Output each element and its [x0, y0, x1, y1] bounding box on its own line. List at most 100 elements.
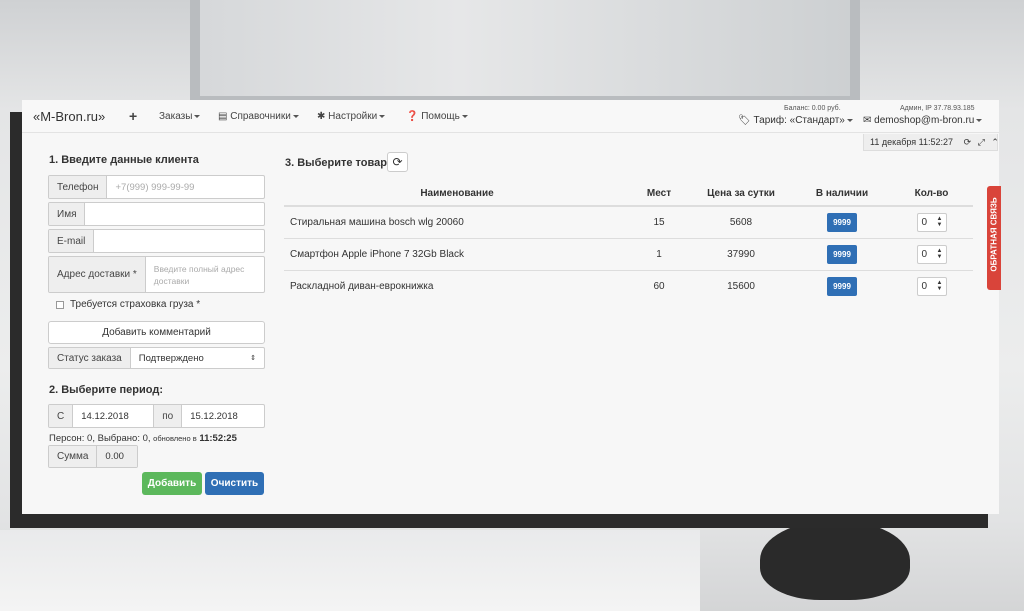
name-label: Имя	[49, 203, 86, 225]
menu-directories[interactable]: ▤ Справочники	[218, 111, 299, 122]
question-icon: ❓	[406, 111, 419, 122]
sum-value: 0.00	[97, 446, 137, 467]
product-places: 1	[630, 237, 688, 270]
table-row: Смартфон Apple iPhone 7 32Gb Black 1 379…	[284, 237, 973, 270]
name-input[interactable]	[85, 203, 264, 225]
period-info: Персон: 0, Выбрано: 0, обновлено в 11:52…	[49, 433, 237, 444]
feedback-tab[interactable]: ОБРАТНАЯ СВЯЗЬ	[987, 186, 1001, 290]
refresh-icon: ⟳	[392, 155, 403, 169]
datetime-text: 11 декабря 11:52:27	[870, 137, 954, 147]
status-label: Статус заказа	[49, 348, 131, 368]
tag-icon: 🏷	[738, 115, 751, 126]
product-name: Смартфон Apple iPhone 7 32Gb Black	[284, 237, 630, 270]
qty-cell: 0 ▲ ▼	[890, 269, 973, 302]
address-label: Адрес доставки *	[49, 257, 146, 292]
sum-group: Сумма 0.00	[48, 445, 138, 468]
insurance-label: Требуется страховка груза *	[70, 299, 201, 310]
status-select[interactable]: Подтверждено ⇕	[131, 348, 264, 368]
stock-cell: 9999	[794, 205, 890, 238]
background-screen	[200, 0, 850, 96]
phone-label: Телефон	[49, 176, 108, 198]
status-group: Статус заказа Подтверждено ⇕	[48, 347, 265, 369]
table-header: Наименование Мест Цена за сутки В наличи…	[284, 182, 973, 207]
products-table: Наименование Мест Цена за сутки В наличи…	[284, 182, 973, 302]
refresh-products-button[interactable]: ⟳	[387, 152, 408, 172]
envelope-icon: ✉	[863, 115, 872, 126]
menu-orders[interactable]: Заказы	[159, 111, 201, 122]
period-heading: 2. Выберите период:	[49, 384, 163, 396]
stock-cell: 9999	[794, 269, 890, 302]
caret-icon	[379, 114, 386, 118]
period-group: С 14.12.2018 по 15.12.2018	[48, 404, 265, 428]
table-row: Раскладной диван-еврокнижка 60 15600 999…	[284, 269, 973, 302]
background-keyboard	[0, 530, 700, 611]
column-stock: В наличии	[794, 182, 890, 207]
sum-label: Сумма	[49, 446, 98, 467]
qty-cell: 0 ▲ ▼	[890, 205, 973, 238]
product-name: Раскладной диван-еврокнижка	[284, 269, 630, 302]
admin-ip-text: Админ, IP 37.78.93.185	[900, 105, 975, 112]
address-group: Адрес доставки * Введите полный адрес до…	[48, 256, 265, 293]
column-name: Наименование	[284, 182, 630, 207]
caret-icon	[846, 118, 853, 122]
client-heading: 1. Введите данные клиента	[49, 154, 199, 166]
from-date-input[interactable]: 14.12.2018	[73, 405, 155, 427]
list-icon: ▤	[218, 111, 228, 122]
phone-group: Телефон +7(999) 999-99-99	[48, 175, 265, 199]
column-qty: Кол-во	[890, 182, 973, 207]
add-button[interactable]: Добавить	[142, 472, 202, 495]
products-heading: 3. Выберите товар	[285, 157, 387, 169]
app-window: «M-Bron.ru» + Заказы ▤ Справочники ✱ Нас…	[22, 100, 1001, 514]
datetime-bar: 11 декабря 11:52:27 ⟳ ⤢ ⌃	[863, 134, 999, 151]
menu-help[interactable]: ❓ Помощь	[406, 111, 468, 122]
caret-icon	[194, 114, 201, 118]
email-input[interactable]	[94, 230, 264, 252]
from-label: С	[49, 405, 74, 427]
caret-icon	[976, 118, 983, 122]
to-label: по	[154, 405, 183, 427]
gear-icon: ✱	[317, 111, 326, 122]
insurance-row: Требуется страховка груза *	[56, 299, 200, 310]
qty-stepper[interactable]: 0 ▲ ▼	[916, 244, 947, 264]
menu-settings[interactable]: ✱ Настройки	[317, 111, 386, 122]
add-icon[interactable]: +	[129, 108, 137, 124]
qty-stepper[interactable]: 0 ▲ ▼	[916, 212, 947, 232]
product-name: Стиральная машина bosch wlg 20060	[284, 205, 630, 238]
resize-icon[interactable]: ⤢	[978, 137, 985, 147]
product-places: 60	[630, 269, 688, 302]
column-price: Цена за сутки	[688, 182, 794, 207]
address-textarea[interactable]: Введите полный адрес доставки	[146, 257, 264, 292]
account-menu[interactable]: ✉ demoshop@m-bron.ru	[863, 115, 983, 126]
spinner-arrows-icon[interactable]: ▲ ▼	[937, 216, 946, 228]
email-group: E-mail	[48, 229, 265, 253]
stock-badge[interactable]: 9999	[827, 244, 857, 264]
caret-icon	[461, 114, 468, 118]
spinner-arrows-icon[interactable]: ▲ ▼	[937, 280, 946, 292]
feedback-label: ОБРАТНАЯ СВЯЗЬ	[989, 197, 999, 272]
stock-badge[interactable]: 9999	[827, 276, 857, 296]
spinner-arrows-icon[interactable]: ▲ ▼	[937, 248, 946, 260]
qty-cell: 0 ▲ ▼	[890, 237, 973, 270]
email-label: E-mail	[49, 230, 95, 252]
background-mouse	[760, 520, 910, 600]
select-arrows-icon: ⇕	[250, 355, 256, 362]
column-places: Мест	[630, 182, 688, 207]
brand-logo[interactable]: «M-Bron.ru»	[33, 109, 105, 124]
balance-text: Баланс: 0.00 руб.	[784, 105, 841, 112]
qty-stepper[interactable]: 0 ▲ ▼	[916, 276, 947, 296]
insurance-checkbox[interactable]	[56, 300, 64, 309]
tariff-menu[interactable]: 🏷 Тариф: «Стандарт»	[738, 115, 853, 126]
product-price: 5608	[688, 205, 794, 238]
product-places: 15	[630, 205, 688, 238]
clear-button[interactable]: Очистить	[205, 472, 264, 495]
phone-input[interactable]: +7(999) 999-99-99	[107, 176, 264, 198]
add-comment-button[interactable]: Добавить комментарий	[48, 321, 265, 344]
to-date-input[interactable]: 15.12.2018	[182, 405, 264, 427]
navbar: «M-Bron.ru» + Заказы ▤ Справочники ✱ Нас…	[22, 100, 999, 133]
product-price: 15600	[688, 269, 794, 302]
stock-badge[interactable]: 9999	[827, 212, 857, 232]
refresh-icon[interactable]: ⟳	[964, 137, 972, 147]
product-price: 37990	[688, 237, 794, 270]
table-row: Стиральная машина bosch wlg 20060 15 560…	[284, 205, 973, 238]
collapse-icon[interactable]: ⌃	[991, 137, 999, 147]
